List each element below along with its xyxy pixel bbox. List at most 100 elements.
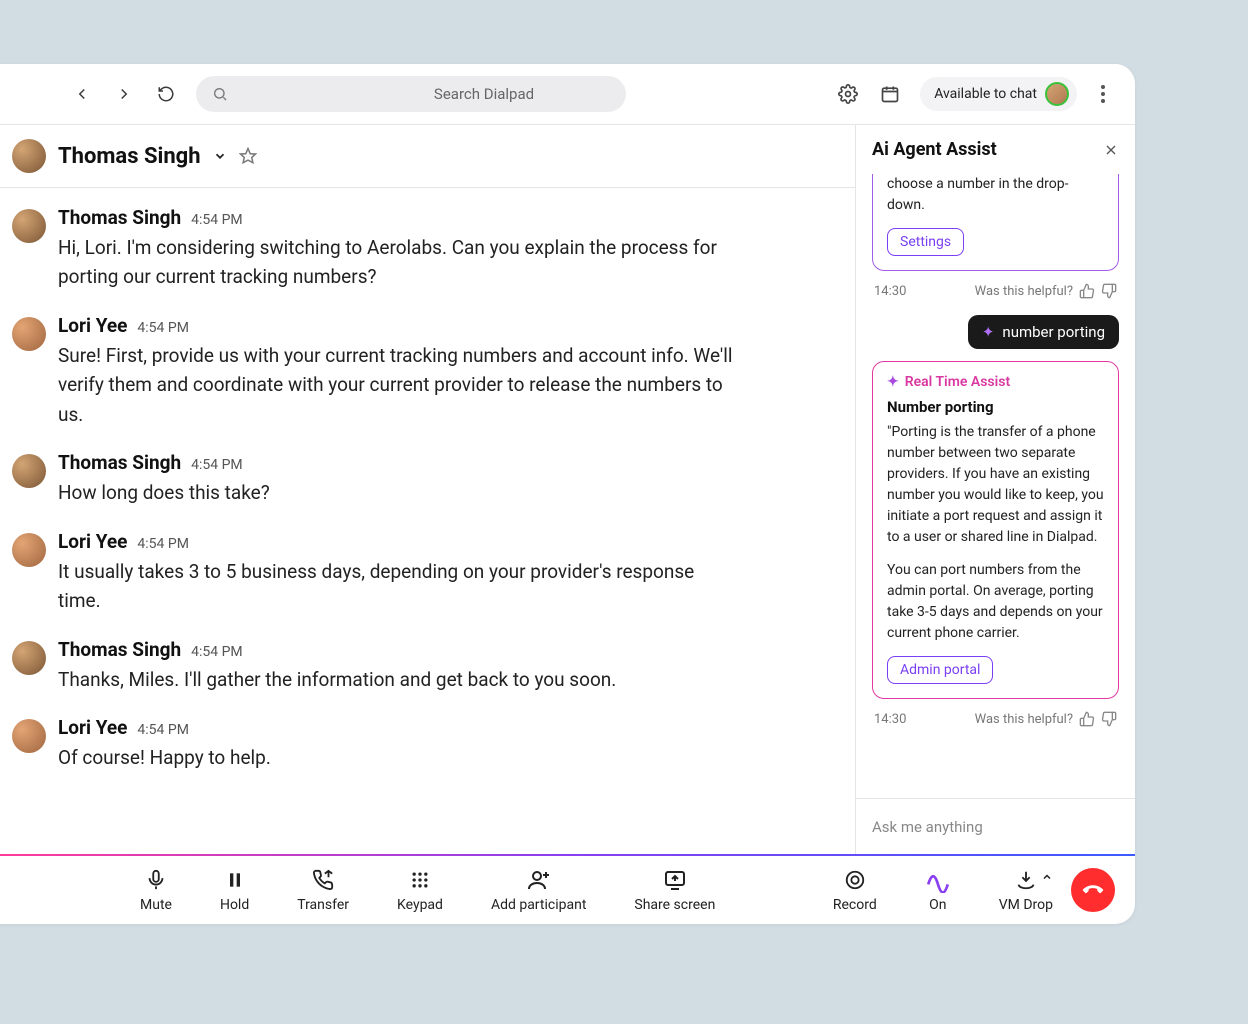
avatar-contact [12,139,46,173]
assist-prev-snippet: choose a number in the drop-down. [887,174,1104,216]
assist-header: Ai Agent Assist [856,125,1135,174]
thumbs-up-icon[interactable] [1079,283,1095,299]
chevron-down-icon[interactable] [213,149,227,163]
pause-icon [222,867,248,893]
assist-user-query: ✦ number porting [968,315,1119,349]
status-label: Available to chat [934,86,1037,102]
chat-column: Thomas Singh Thomas Singh 4:54 PM [0,125,855,854]
settings-icon[interactable] [836,82,860,106]
vm-drop-icon [1013,867,1039,893]
search-input[interactable]: Search Dialpad [196,76,626,112]
forward-button[interactable] [112,82,136,106]
avatar [12,317,46,351]
assist-time: 14:30 [874,712,906,727]
thumbs-up-icon[interactable] [1079,711,1095,727]
search-icon [212,86,228,102]
more-menu-icon[interactable] [1095,85,1111,103]
mic-icon [143,867,169,893]
message-time: 4:54 PM [191,457,243,473]
calendar-icon[interactable] [878,82,902,106]
message-body: Thanks, Miles. I'll gather the informati… [58,665,616,694]
assist-input[interactable]: Ask me anything [856,798,1135,854]
avatar [12,209,46,243]
gradient-divider [0,854,1135,856]
ai-icon [925,867,951,893]
assist-card-heading: Number porting [887,398,1104,416]
message-time: 4:54 PM [137,320,189,336]
assist-input-placeholder: Ask me anything [872,818,983,836]
back-button[interactable] [70,82,94,106]
assist-card: ✦ Real Time Assist Number porting "Porti… [872,361,1119,699]
screen-share-icon [662,867,688,893]
status-pill[interactable]: Available to chat [920,77,1077,111]
transfer-icon [310,867,336,893]
message-item: Lori Yee 4:54 PM It usually takes 3 to 5… [12,530,839,616]
message-author: Thomas Singh [58,638,181,661]
sparkle-icon: ✦ [887,374,899,390]
search-placeholder: Search Dialpad [358,85,610,103]
admin-portal-button[interactable]: Admin portal [887,656,993,684]
keypad-icon [407,867,433,893]
message-item: Thomas Singh 4:54 PM Hi, Lori. I'm consi… [12,206,839,292]
assist-time: 14:30 [874,284,906,299]
message-body: Sure! First, provide us with your curren… [58,341,738,429]
refresh-button[interactable] [154,82,178,106]
message-time: 4:54 PM [137,722,189,738]
assist-meta-row: 14:30 Was this helpful? [872,279,1119,309]
thumbs-down-icon[interactable] [1101,283,1117,299]
close-icon[interactable] [1103,142,1119,158]
hold-button[interactable]: Hold [220,867,249,913]
avatar [12,533,46,567]
top-toolbar: Search Dialpad Available to chat [0,64,1135,124]
message-time: 4:54 PM [137,536,189,552]
message-item: Lori Yee 4:54 PM Of course! Happy to hel… [12,716,839,772]
star-icon[interactable] [239,147,257,165]
transfer-button[interactable]: Transfer [297,867,349,913]
assist-title: Ai Agent Assist [872,139,997,160]
message-time: 4:54 PM [191,644,243,660]
thumbs-down-icon[interactable] [1101,711,1117,727]
message-author: Lori Yee [58,530,127,553]
share-screen-button[interactable]: Share screen [634,867,715,913]
helpful-label: Was this helpful? [975,712,1073,727]
assist-card-previous: choose a number in the drop-down. Settin… [872,174,1119,271]
keypad-button[interactable]: Keypad [397,867,443,913]
message-author: Lori Yee [58,716,127,739]
vm-drop-button[interactable]: VM Drop [999,867,1053,913]
end-call-button[interactable] [1071,868,1115,912]
message-body: It usually takes 3 to 5 business days, d… [58,557,738,616]
avatar-self [1045,82,1069,106]
add-person-icon [526,867,552,893]
messages-list: Thomas Singh 4:54 PM Hi, Lori. I'm consi… [0,188,855,854]
assist-card-label: ✦ Real Time Assist [887,374,1104,390]
message-item: Lori Yee 4:54 PM Sure! First, provide us… [12,314,839,429]
message-author: Lori Yee [58,314,127,337]
ai-toggle-button[interactable]: On [925,867,951,913]
record-button[interactable]: Record [833,867,877,913]
message-author: Thomas Singh [58,206,181,229]
assist-body: choose a number in the drop-down. Settin… [856,174,1135,798]
add-participant-button[interactable]: Add participant [491,867,586,913]
message-body: Hi, Lori. I'm considering switching to A… [58,233,738,292]
assist-panel: Ai Agent Assist choose a number in the d… [855,125,1135,854]
avatar [12,719,46,753]
assist-meta-row: 14:30 Was this helpful? [872,707,1119,737]
settings-link-button[interactable]: Settings [887,228,964,256]
message-body: How long does this take? [58,478,270,507]
main-area: Thomas Singh Thomas Singh 4:54 PM [0,125,1135,854]
app-window: Search Dialpad Available to chat Thomas … [0,64,1135,924]
contact-header: Thomas Singh [0,125,855,188]
helpful-label: Was this helpful? [975,284,1073,299]
mute-button[interactable]: Mute [140,867,172,913]
avatar [12,454,46,488]
contact-name: Thomas Singh [58,144,201,169]
message-time: 4:54 PM [191,212,243,228]
record-icon [842,867,868,893]
assist-card-text: You can port numbers from the admin port… [887,560,1104,644]
message-author: Thomas Singh [58,451,181,474]
sparkle-icon: ✦ [982,323,995,341]
assist-card-text: "Porting is the transfer of a phone numb… [887,422,1104,548]
message-item: Thomas Singh 4:54 PM Thanks, Miles. I'll… [12,638,839,694]
call-toolbar: Mute Hold Transfer Keypad Add participan… [0,854,1135,924]
message-body: Of course! Happy to help. [58,743,271,772]
